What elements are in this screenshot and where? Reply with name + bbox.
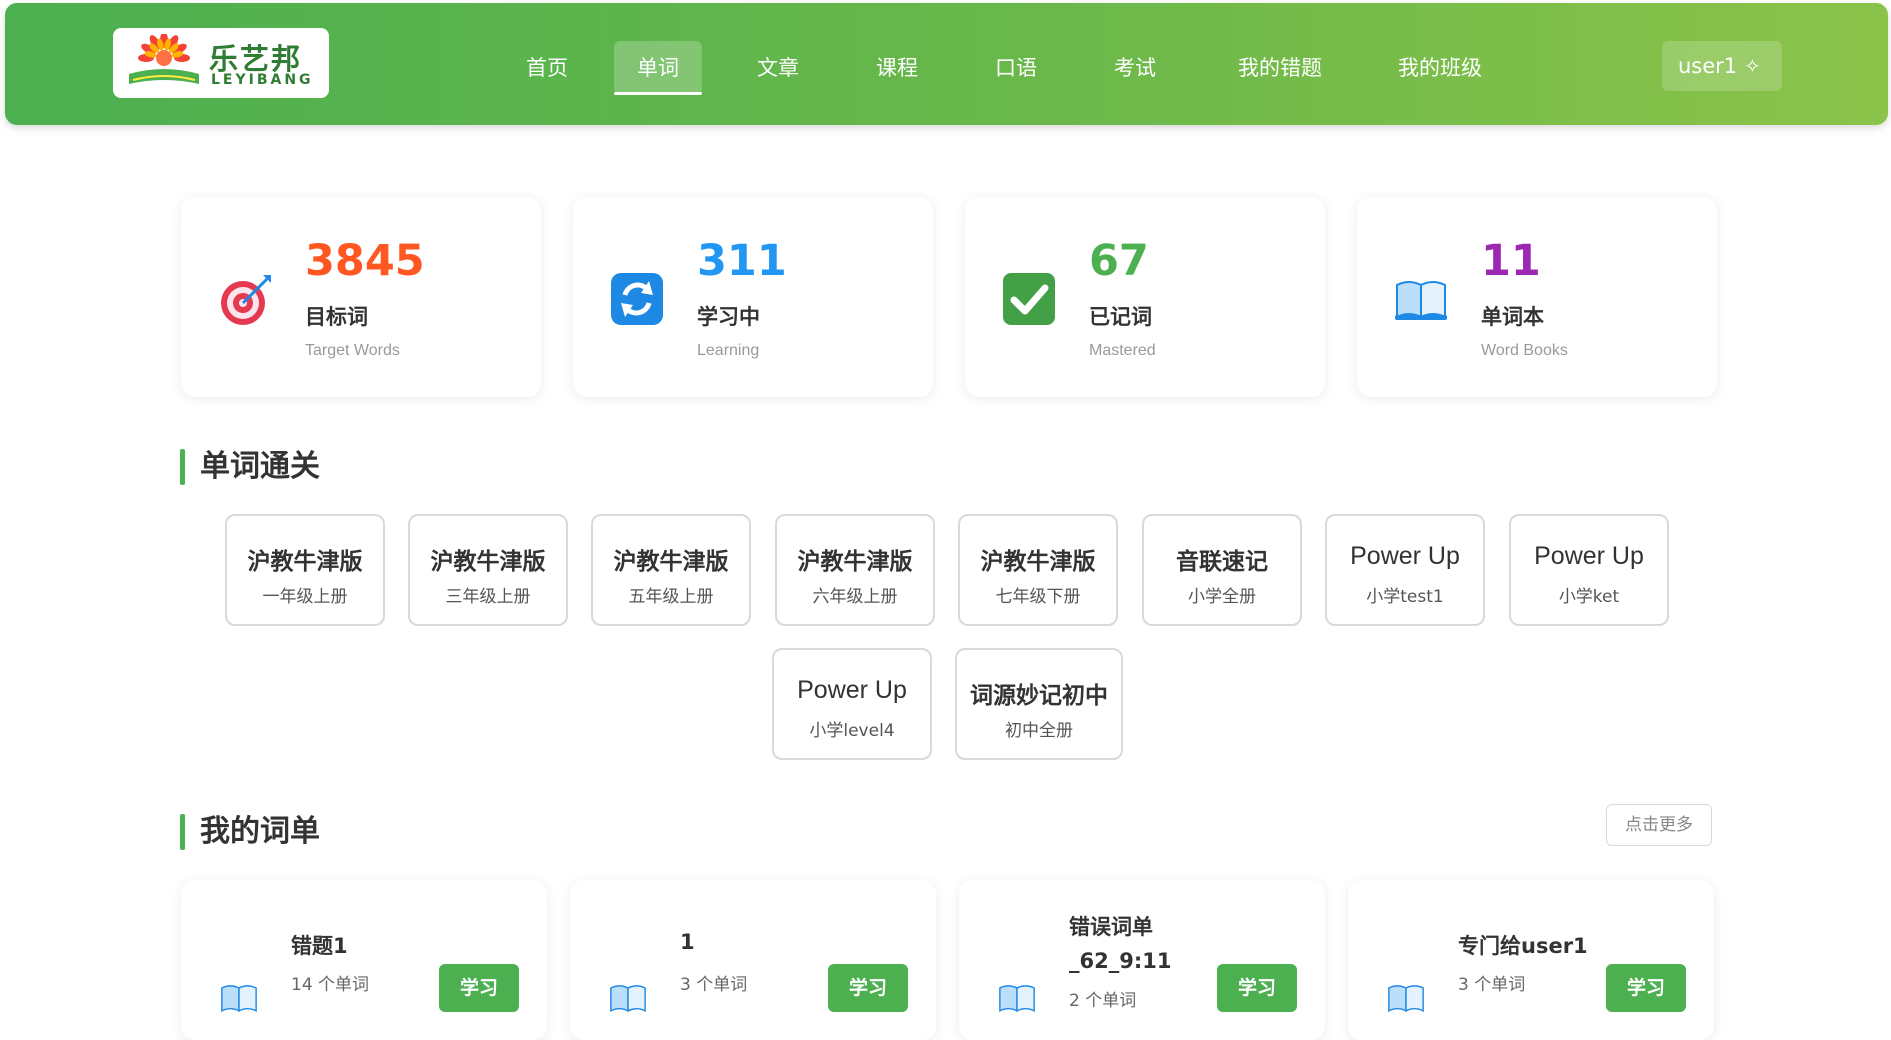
book-button[interactable]: 沪教牛津版 七年级下册 [958, 514, 1118, 626]
word-list-card[interactable]: 错误词单 _62_9:11 2 个单词 学习 [959, 880, 1325, 1040]
target-words-label: 目标词 [305, 305, 368, 329]
sparkle-icon: ✧ [1744, 54, 1761, 78]
book-subtitle: 五年级上册 [628, 587, 714, 607]
book-button[interactable]: 沪教牛津版 六年级上册 [775, 514, 935, 626]
book-button[interactable]: Power Up 小学test1 [1325, 514, 1485, 626]
book-button[interactable]: Power Up 小学level4 [772, 648, 932, 760]
book-title: 音联速记 [1176, 549, 1268, 575]
word-list-name: 错题1 [291, 934, 348, 958]
logo-english-text: LEYIBANG [211, 72, 314, 88]
nav-articles[interactable]: 文章 [743, 41, 813, 95]
user-menu-button[interactable]: user1 ✧ [1662, 41, 1782, 91]
target-words-count: 3845 [305, 236, 425, 286]
book-button[interactable]: 音联速记 小学全册 [1142, 514, 1302, 626]
book-title: 沪教牛津版 [980, 549, 1096, 575]
book-title: 沪教牛津版 [797, 549, 913, 575]
word-list-name: 1 [680, 930, 695, 954]
book-title: 沪教牛津版 [430, 549, 546, 575]
word-books-label: 单词本 [1481, 305, 1544, 329]
book-title: 沪教牛津版 [613, 549, 729, 575]
book-subtitle: 小学ket [1558, 587, 1620, 607]
nav-exams[interactable]: 考试 [1100, 41, 1170, 95]
target-icon [221, 275, 271, 325]
stat-card-word-books: 11 单词本 Word Books [1357, 197, 1717, 397]
book-button[interactable]: 沪教牛津版 五年级上册 [591, 514, 751, 626]
nav-courses[interactable]: 课程 [862, 41, 932, 95]
learning-sublabel: Learning [697, 342, 760, 359]
word-books-sublabel: Word Books [1481, 342, 1568, 359]
check-icon [1003, 273, 1055, 325]
learning-label: 学习中 [697, 305, 760, 329]
book-icon [999, 985, 1035, 1013]
word-list-count: 3 个单词 [680, 975, 748, 995]
word-books-count: 11 [1481, 236, 1541, 286]
word-list-card[interactable]: 错题1 14 个单词 学习 [181, 880, 547, 1040]
book-title: 词源妙记初中 [970, 683, 1108, 709]
section-title-word-pass: 单词通关 [180, 447, 320, 487]
word-list-name: 专门给user1 [1458, 934, 1588, 958]
book-title: Power Up [797, 676, 907, 704]
nav-my-class[interactable]: 我的班级 [1385, 41, 1495, 95]
book-subtitle: 小学level4 [809, 721, 895, 741]
stat-card-target-words: 3845 目标词 Target Words [181, 197, 541, 397]
sunflower-logo-icon [129, 34, 199, 84]
book-button[interactable]: 词源妙记初中 初中全册 [955, 648, 1123, 760]
target-words-sublabel: Target Words [305, 342, 400, 359]
book-icon [1395, 281, 1447, 320]
mastered-label: 已记词 [1089, 305, 1152, 329]
book-subtitle: 六年级上册 [812, 587, 898, 607]
book-title: Power Up [1350, 542, 1460, 570]
book-icon [1388, 985, 1424, 1013]
book-subtitle: 一年级上册 [262, 587, 348, 607]
view-more-button[interactable]: 点击更多 [1606, 804, 1712, 846]
book-subtitle: 七年级下册 [995, 587, 1081, 607]
nav-speaking[interactable]: 口语 [981, 41, 1051, 95]
learning-count: 311 [697, 236, 787, 286]
username: user1 [1678, 54, 1738, 78]
mastered-sublabel: Mastered [1089, 342, 1156, 359]
nav-home[interactable]: 首页 [512, 41, 582, 95]
book-subtitle: 小学test1 [1366, 587, 1444, 607]
book-subtitle: 初中全册 [1005, 721, 1073, 741]
word-list-card[interactable]: 1 3 个单词 学习 [570, 880, 936, 1040]
book-subtitle: 三年级上册 [445, 587, 531, 607]
word-list-name: 错误词单 _62_9:11 [1069, 915, 1172, 973]
book-icon [221, 985, 257, 1013]
book-button[interactable]: 沪教牛津版 一年级上册 [225, 514, 385, 626]
refresh-icon [611, 273, 663, 325]
nav-words[interactable]: 单词 [614, 41, 702, 95]
word-list-count: 3 个单词 [1458, 975, 1526, 995]
word-list-card[interactable]: 专门给user1 3 个单词 学习 [1348, 880, 1714, 1040]
word-list-count: 14 个单词 [291, 975, 370, 995]
book-title: 沪教牛津版 [247, 549, 363, 575]
leyibang-logo[interactable]: 乐艺邦 LEYIBANG [113, 28, 329, 98]
nav-my-mistakes[interactable]: 我的错题 [1225, 41, 1335, 95]
book-button[interactable]: Power Up 小学ket [1509, 514, 1669, 626]
book-title: Power Up [1534, 542, 1644, 570]
book-icon [610, 985, 646, 1013]
book-subtitle: 小学全册 [1188, 587, 1256, 607]
book-button[interactable]: 沪教牛津版 三年级上册 [408, 514, 568, 626]
stat-card-mastered: 67 已记词 Mastered [965, 197, 1325, 397]
stat-card-learning: 311 学习中 Learning [573, 197, 933, 397]
mastered-count: 67 [1089, 236, 1149, 286]
word-list-count: 2 个单词 [1069, 991, 1137, 1011]
top-navbar: 乐艺邦 LEYIBANG 首页 单词 文章 课程 口语 考试 我的错题 我的班级… [5, 3, 1888, 125]
section-title-my-lists: 我的词单 [180, 812, 320, 852]
